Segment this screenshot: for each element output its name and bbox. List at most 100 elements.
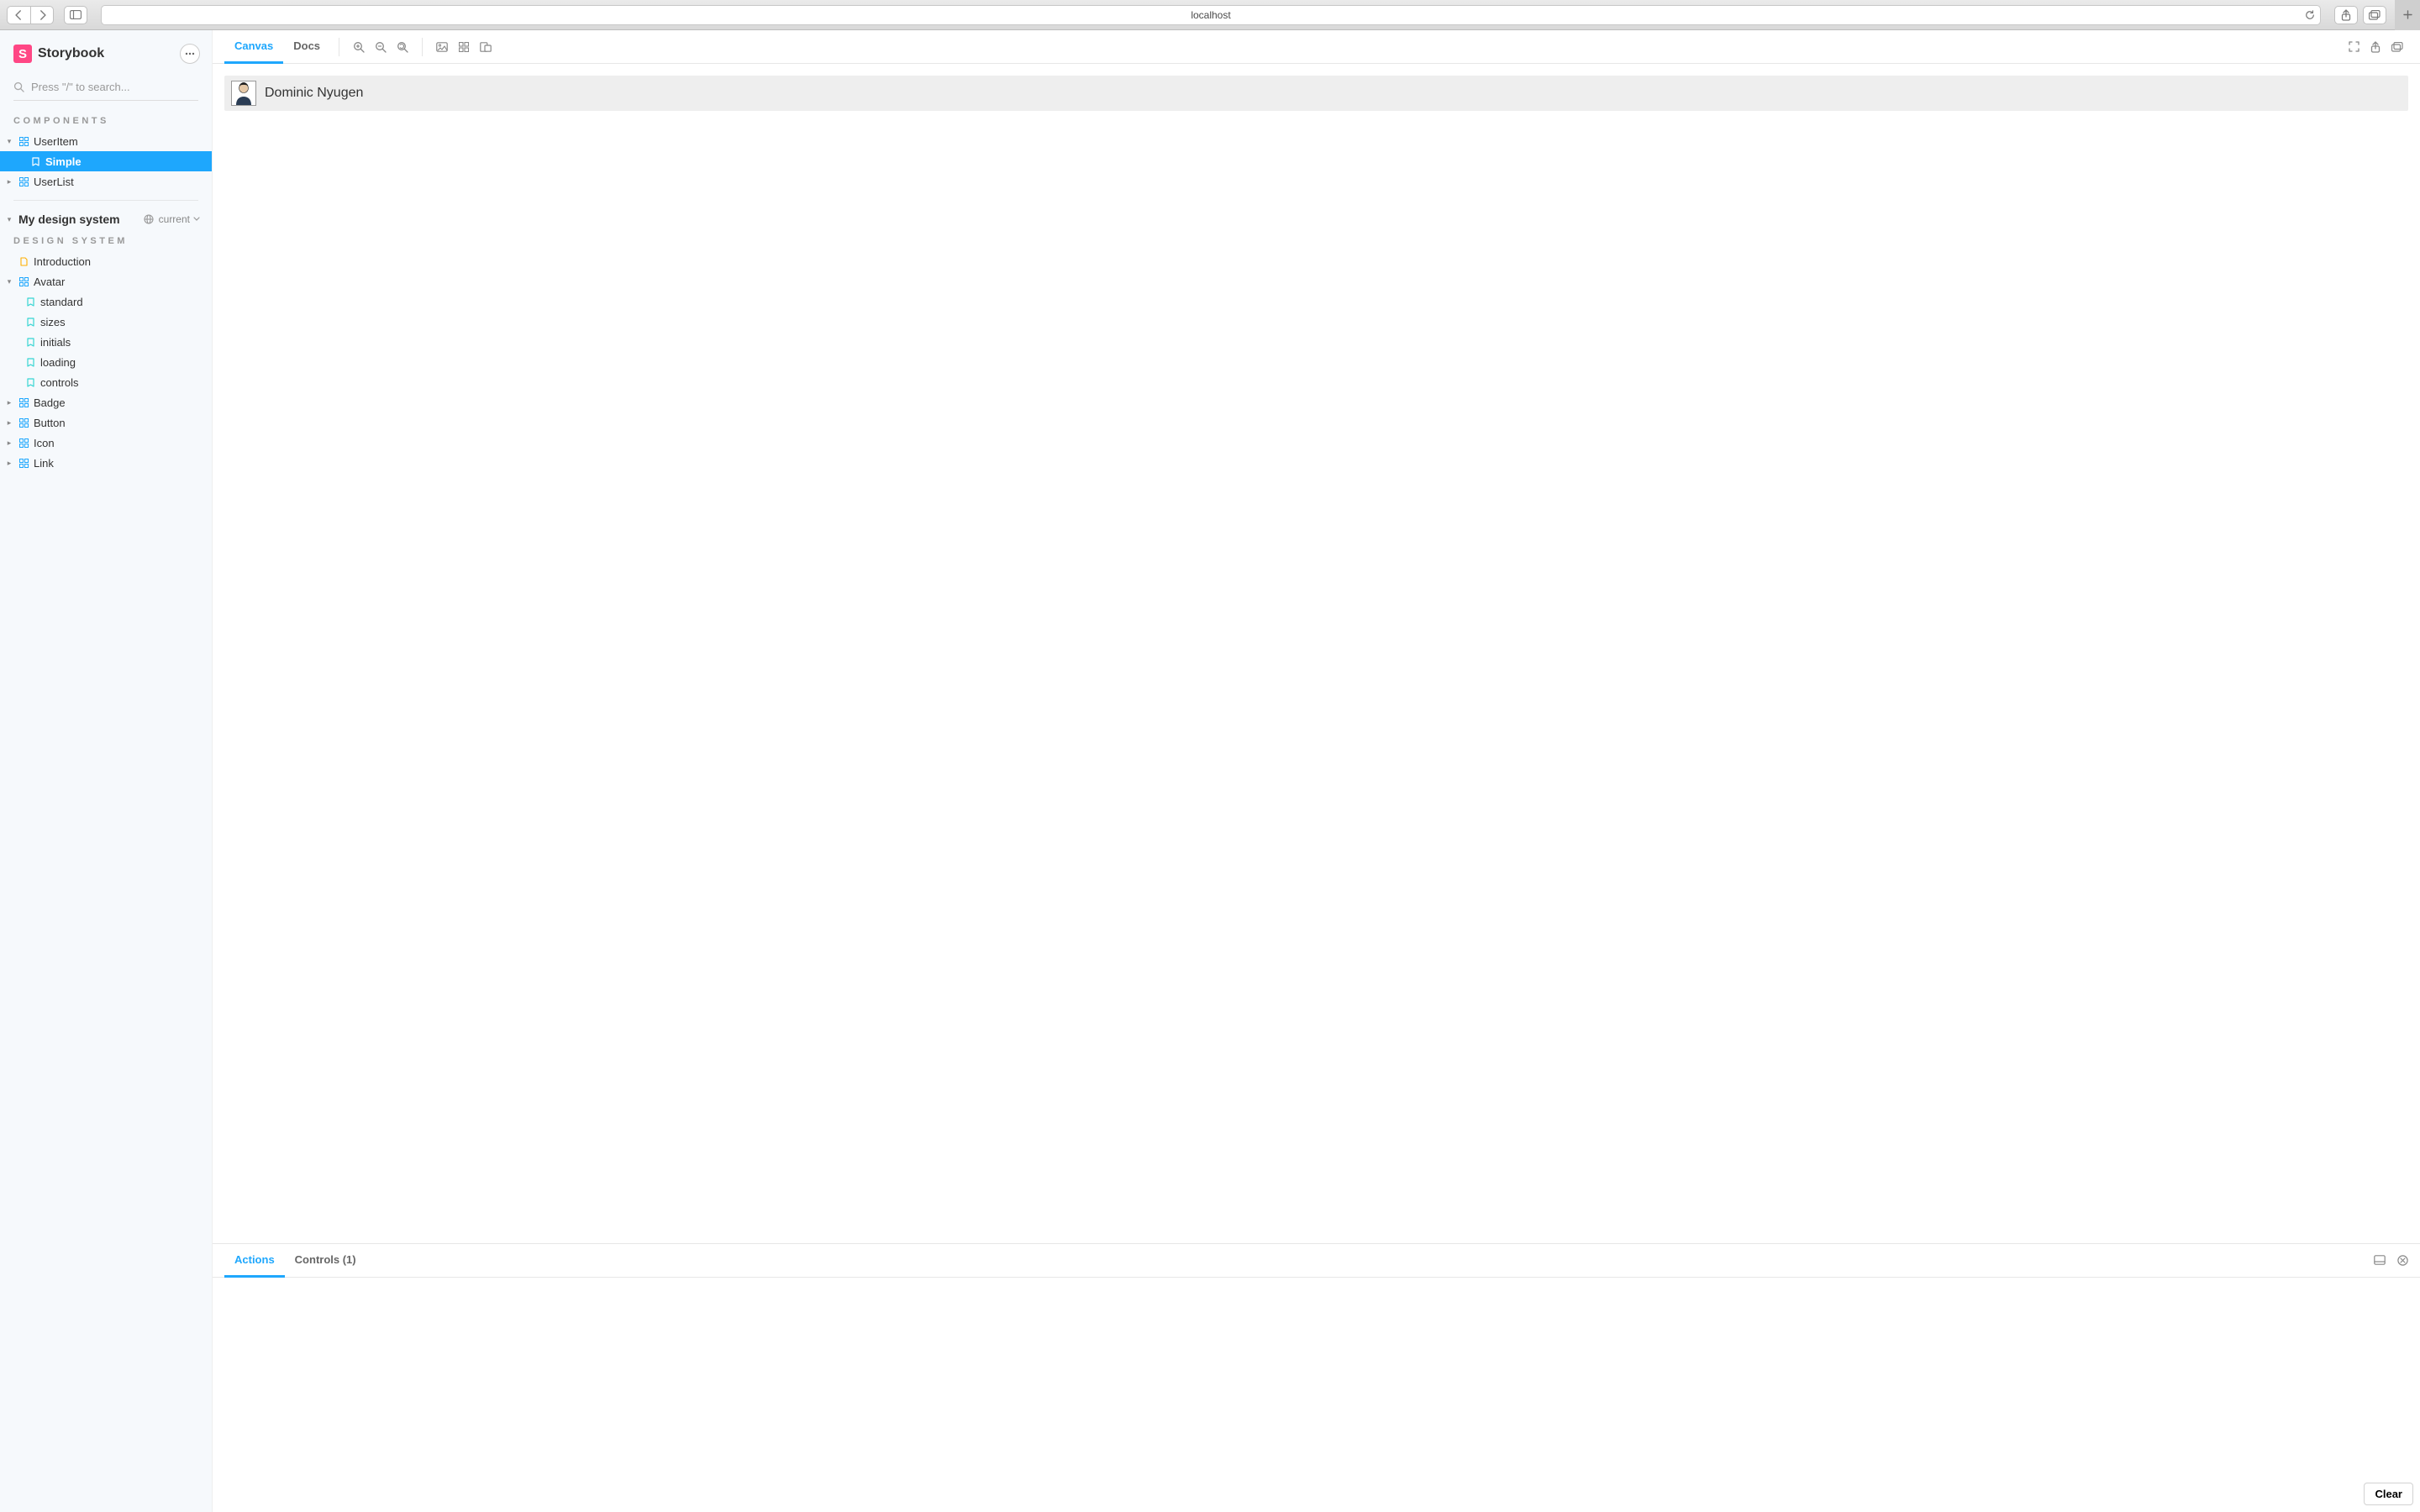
- tree-label: Badge: [34, 396, 66, 409]
- tree-component-avatar[interactable]: ▾ Avatar: [0, 271, 212, 291]
- open-isolated-button[interactable]: [2365, 35, 2386, 59]
- tree-component-icon[interactable]: ▸ Icon: [0, 433, 212, 453]
- tree-story-standard[interactable]: standard: [0, 291, 212, 312]
- viewport-icon: [480, 42, 492, 52]
- story-icon: [25, 297, 35, 307]
- tree-label: loading: [40, 356, 76, 369]
- tabs-button[interactable]: [2363, 6, 2386, 24]
- fullscreen-button[interactable]: [2343, 35, 2365, 59]
- storybook-logo-icon: S: [13, 45, 32, 63]
- search-input[interactable]: [31, 81, 198, 93]
- component-icon: [18, 459, 29, 468]
- tree-doc-introduction[interactable]: Introduction: [0, 251, 212, 271]
- project-name[interactable]: My design system: [18, 213, 139, 226]
- tab-canvas[interactable]: Canvas: [224, 30, 283, 64]
- chevron-right-icon: ▸: [5, 177, 13, 186]
- zoom-out-button[interactable]: [370, 35, 392, 59]
- canvas: Dominic Nyugen: [213, 64, 2420, 1243]
- zoom-in-icon: [353, 41, 365, 53]
- tabs-icon: [2369, 10, 2381, 20]
- tree-label: initials: [40, 336, 71, 349]
- sidebar-menu-button[interactable]: [180, 44, 200, 64]
- story-icon: [25, 318, 35, 327]
- tab-actions[interactable]: Actions: [224, 1244, 285, 1278]
- grid-button[interactable]: [453, 35, 475, 59]
- component-icon: [18, 438, 29, 448]
- zoom-reset-icon: [397, 41, 408, 53]
- chevron-down-icon[interactable]: ▾: [5, 215, 13, 224]
- tree-story-simple[interactable]: Simple: [0, 151, 212, 171]
- user-name: Dominic Nyugen: [265, 86, 363, 101]
- tree-label: Avatar: [34, 276, 65, 288]
- tree-story-sizes[interactable]: sizes: [0, 312, 212, 332]
- tree-component-button[interactable]: ▸ Button: [0, 412, 212, 433]
- design-system-heading: DESIGN SYSTEM: [0, 229, 212, 251]
- close-panel-button[interactable]: [2397, 1255, 2408, 1266]
- tree-label: controls: [40, 376, 79, 389]
- tree-label: Button: [34, 417, 66, 429]
- chevron-right-icon: ▸: [5, 418, 13, 428]
- sidebar: S Storybook COMPONENTS ▾ UserItem Simpl: [0, 30, 213, 1512]
- component-icon: [18, 418, 29, 428]
- divider: [422, 38, 423, 56]
- tree-label: UserItem: [34, 135, 78, 148]
- tab-controls[interactable]: Controls (1): [285, 1244, 366, 1278]
- brand[interactable]: S Storybook: [13, 45, 104, 63]
- chevron-right-icon: ▸: [5, 398, 13, 407]
- address-bar[interactable]: localhost: [101, 5, 2321, 25]
- tree-story-initials[interactable]: initials: [0, 332, 212, 352]
- new-tab-button[interactable]: [2395, 0, 2420, 30]
- version-selector[interactable]: current: [159, 213, 200, 225]
- url-text: localhost: [1191, 9, 1230, 21]
- version-label: current: [159, 213, 190, 225]
- panel-orientation-button[interactable]: [2374, 1255, 2386, 1266]
- share-icon: [2370, 41, 2381, 53]
- sidebar-toggle-button[interactable]: [64, 6, 87, 24]
- story-icon: [25, 358, 35, 367]
- components-heading: COMPONENTS: [0, 109, 212, 131]
- tree-component-badge[interactable]: ▸ Badge: [0, 392, 212, 412]
- tree-label: Link: [34, 457, 54, 470]
- component-icon: [18, 177, 29, 186]
- person-icon: [233, 81, 255, 105]
- component-icon: [18, 137, 29, 146]
- tab-docs[interactable]: Docs: [283, 30, 330, 64]
- background-button[interactable]: [431, 35, 453, 59]
- share-button[interactable]: [2334, 6, 2358, 24]
- avatar: [231, 81, 256, 106]
- tree-label: Simple: [45, 155, 82, 168]
- chevron-right-icon: ▸: [5, 459, 13, 468]
- clear-button[interactable]: Clear: [2364, 1483, 2413, 1505]
- tree-component-useritem[interactable]: ▾ UserItem: [0, 131, 212, 151]
- chevron-down-icon: ▾: [5, 137, 13, 146]
- user-item: Dominic Nyugen: [224, 76, 2408, 111]
- chevron-right-icon: [39, 10, 46, 20]
- panel-icon: [2374, 1255, 2386, 1265]
- back-button[interactable]: [7, 6, 30, 24]
- viewport-button[interactable]: [475, 35, 497, 59]
- tree-label: Introduction: [34, 255, 91, 268]
- chevron-left-icon: [15, 10, 23, 20]
- tree-story-loading[interactable]: loading: [0, 352, 212, 372]
- divider: [13, 200, 198, 201]
- copy-link-button[interactable]: [2386, 35, 2408, 59]
- zoom-reset-button[interactable]: [392, 35, 413, 59]
- tree-component-link[interactable]: ▸ Link: [0, 453, 212, 473]
- forward-button[interactable]: [30, 6, 54, 24]
- zoom-in-button[interactable]: [348, 35, 370, 59]
- component-icon: [18, 398, 29, 407]
- tree-story-controls[interactable]: controls: [0, 372, 212, 392]
- ellipsis-icon: [185, 52, 195, 55]
- tree-component-userlist[interactable]: ▸ UserList: [0, 171, 212, 192]
- tree-label: standard: [40, 296, 83, 308]
- close-circle-icon: [2397, 1255, 2408, 1266]
- refresh-icon[interactable]: [2305, 10, 2315, 20]
- tree-label: Icon: [34, 437, 55, 449]
- addons-panel: Actions Controls (1) Clear: [213, 1243, 2420, 1512]
- story-icon: [25, 378, 35, 387]
- chevron-right-icon: ▸: [5, 438, 13, 448]
- addons-content: [213, 1278, 2420, 1512]
- search-field[interactable]: [13, 77, 198, 101]
- brand-name: Storybook: [38, 46, 104, 61]
- globe-icon: [144, 214, 154, 224]
